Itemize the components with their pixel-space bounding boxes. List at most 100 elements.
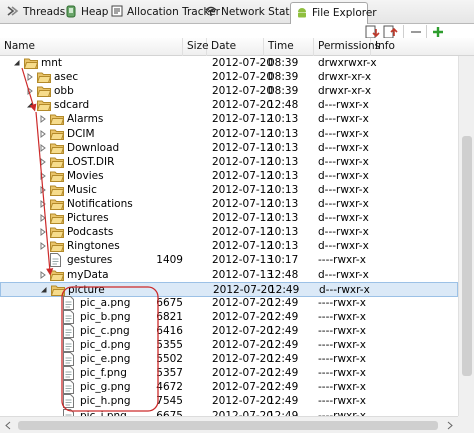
tree-row-file[interactable]: pic_b.png 6821 2012-07-20 12:49 ----rwxr-x xyxy=(0,309,458,325)
collapsed-arrow-icon[interactable] xyxy=(39,242,47,251)
cell-permissions: d---rwxr-x xyxy=(318,99,369,112)
tree-row-file[interactable]: pic_h.png 7545 2012-07-20 12:49 ----rwxr-x xyxy=(0,394,458,409)
cell-name: pic_a.png xyxy=(80,296,131,309)
tree-row-folder[interactable]: asec 2012-07-20 08:39 drwxr-xr-x xyxy=(0,70,458,85)
cell-date: 2012-07-12 xyxy=(212,113,274,126)
column-header-permissions[interactable]: Permissions xyxy=(314,38,380,56)
delete-icon[interactable] xyxy=(408,25,424,39)
tree-row-folder[interactable]: Podcasts 2012-07-12 10:13 d---rwxr-x xyxy=(0,225,458,240)
cell-permissions: ----rwxr-x xyxy=(318,367,366,380)
expanded-arrow-icon[interactable] xyxy=(40,286,48,294)
tree-row-file[interactable]: gestures 1409 2012-07-13 10:17 ----rwxr-x xyxy=(0,253,458,268)
tree-row-folder[interactable]: Movies 2012-07-12 10:13 d---rwxr-x xyxy=(0,169,458,184)
tree-row-folder[interactable]: sdcard 2012-07-20 12:48 d---rwxr-x xyxy=(0,98,458,113)
vertical-scrollbar[interactable] xyxy=(458,56,474,416)
cell-date: 2012-07-12 xyxy=(212,127,274,140)
collapsed-arrow-icon[interactable] xyxy=(39,214,47,223)
collapsed-arrow-icon[interactable] xyxy=(39,115,47,124)
tree-row-folder[interactable]: Alarms 2012-07-12 10:13 d---rwxr-x xyxy=(0,112,458,127)
cell-permissions: ----rwxr-x xyxy=(318,409,366,417)
tree-row-folder[interactable]: Pictures 2012-07-12 10:13 d---rwxr-x xyxy=(0,211,458,226)
tree-row-file[interactable]: pic_c.png 6416 2012-07-20 12:49 ----rwxr-x xyxy=(0,323,458,339)
tree-row-folder[interactable]: picture 2012-07-20 12:49 d---rwxr-x xyxy=(0,281,458,297)
vertical-scroll-thumb[interactable] xyxy=(462,136,472,376)
collapsed-arrow-icon[interactable] xyxy=(39,143,47,152)
cell-time: 12:49 xyxy=(268,339,299,351)
tree-row-file[interactable]: pic_d.png 5355 2012-07-20 12:49 ----rwxr-x xyxy=(0,338,458,353)
tree-row-file[interactable]: pic_f.png 5357 2012-07-20 12:49 ----rwxr-x xyxy=(0,366,458,381)
cell-name: pic_g.png xyxy=(80,381,131,394)
expanded-arrow-icon[interactable] xyxy=(26,101,34,109)
android-icon xyxy=(298,8,306,18)
scroll-right-icon[interactable] xyxy=(446,421,454,430)
tree-row-folder[interactable]: Ringtones 2012-07-12 10:13 d---rwxr-x xyxy=(0,239,458,254)
collapsed-arrow-icon[interactable] xyxy=(26,87,34,96)
cell-date: 2012-07-20 xyxy=(212,339,274,351)
cell-permissions: ----rwxr-x xyxy=(318,310,366,323)
tree-row-folder[interactable]: mnt 2012-07-20 08:39 drwxrwxr-x xyxy=(0,56,458,71)
tree-row-folder[interactable]: obb 2012-07-20 08:39 drwxr-xr-x xyxy=(0,84,458,99)
column-header-name[interactable]: Name xyxy=(0,38,183,56)
tree-row-file[interactable]: pic_e.png 5502 2012-07-20 12:49 ----rwxr-x xyxy=(0,352,458,367)
tree-row-file[interactable]: pic_i.png 6675 2012-07-20 12:49 ----rwxr-x xyxy=(0,408,458,417)
cell-time: 12:49 xyxy=(268,353,299,366)
collapsed-arrow-icon[interactable] xyxy=(26,73,34,82)
file-icon xyxy=(63,352,74,367)
tab-file-explorer[interactable]: File Explorer xyxy=(290,2,377,24)
horizontal-scrollbar[interactable] xyxy=(0,416,458,433)
tree-row-file[interactable]: pic_a.png 6675 2012-07-20 12:49 ----rwxr-x xyxy=(0,295,458,311)
collapsed-arrow-icon[interactable] xyxy=(39,157,47,166)
tab-allocation-tracker[interactable]: Allocation Tracker xyxy=(106,2,220,23)
collapsed-arrow-icon[interactable] xyxy=(39,200,47,208)
cell-name: picture xyxy=(68,283,105,296)
new-folder-icon[interactable] xyxy=(430,25,446,39)
cell-date: 2012-07-20 xyxy=(212,71,274,84)
cell-time: 10:13 xyxy=(268,183,299,196)
tab-network-statistics[interactable]: Network Statistics xyxy=(200,2,316,23)
cell-name: LOST.DIR xyxy=(67,155,115,168)
column-header-date[interactable]: Date xyxy=(207,38,264,56)
folder-icon xyxy=(50,185,64,196)
collapsed-arrow-icon[interactable] xyxy=(39,228,47,237)
push-file-icon[interactable] xyxy=(382,25,398,39)
folder-icon xyxy=(50,171,64,182)
cell-time: 12:49 xyxy=(269,283,300,296)
collapsed-arrow-icon[interactable] xyxy=(39,129,47,138)
tab-label: File Explorer xyxy=(312,7,377,19)
cell-name: myData xyxy=(67,268,109,281)
column-header-time[interactable]: Time xyxy=(264,38,314,56)
tree-row-folder[interactable]: Notifications 2012-07-12 10:13 d---rwxr-x xyxy=(0,197,458,212)
file-icon xyxy=(63,394,74,409)
scroll-left-icon[interactable] xyxy=(4,421,12,430)
column-header-row: Name Size Date Time Permissions Info xyxy=(0,38,474,56)
collapsed-arrow-icon[interactable] xyxy=(39,270,47,279)
cell-size: 6675 xyxy=(156,409,183,417)
tree-row-folder[interactable]: LOST.DIR 2012-07-12 10:13 d---rwxr-x xyxy=(0,155,458,170)
cell-permissions: d---rwxr-x xyxy=(318,226,369,239)
cell-date: 2012-07-12 xyxy=(212,183,274,196)
column-header-info[interactable]: Info xyxy=(371,38,474,56)
cell-permissions: ----rwxr-x xyxy=(318,381,366,394)
expanded-arrow-icon[interactable] xyxy=(13,59,21,67)
cell-permissions: d---rwxr-x xyxy=(318,169,369,182)
collapsed-arrow-icon[interactable] xyxy=(39,185,47,194)
cell-permissions: ----rwxr-x xyxy=(318,395,366,408)
horizontal-scroll-thumb[interactable] xyxy=(18,421,438,430)
folder-icon xyxy=(37,72,51,84)
cell-date: 2012-07-12 xyxy=(212,141,274,154)
tab-heap[interactable]: Heap xyxy=(60,2,108,23)
tree-row-file[interactable]: pic_g.png 4672 2012-07-20 12:49 ----rwxr-x xyxy=(0,380,458,395)
cell-name: pic_h.png xyxy=(80,395,131,408)
cell-date: 2012-07-12 xyxy=(212,155,274,168)
column-header-size[interactable]: Size xyxy=(183,38,209,56)
tree-row-folder[interactable]: myData 2012-07-13 12:48 d---rwxr-x xyxy=(0,268,458,283)
cell-name: pic_i.png xyxy=(80,409,127,417)
pull-file-icon[interactable] xyxy=(364,25,380,39)
tree-row-folder[interactable]: Music 2012-07-12 10:13 d---rwxr-x xyxy=(0,183,458,198)
allocation-tracker-icon xyxy=(111,5,123,17)
tab-threads[interactable]: Threads xyxy=(2,2,65,23)
tree-row-folder[interactable]: DCIM 2012-07-12 10:13 d---rwxr-x xyxy=(0,127,458,142)
cell-name: Ringtones xyxy=(67,240,120,253)
tree-row-folder[interactable]: Download 2012-07-12 10:13 d---rwxr-x xyxy=(0,141,458,156)
collapsed-arrow-icon[interactable] xyxy=(39,171,47,180)
